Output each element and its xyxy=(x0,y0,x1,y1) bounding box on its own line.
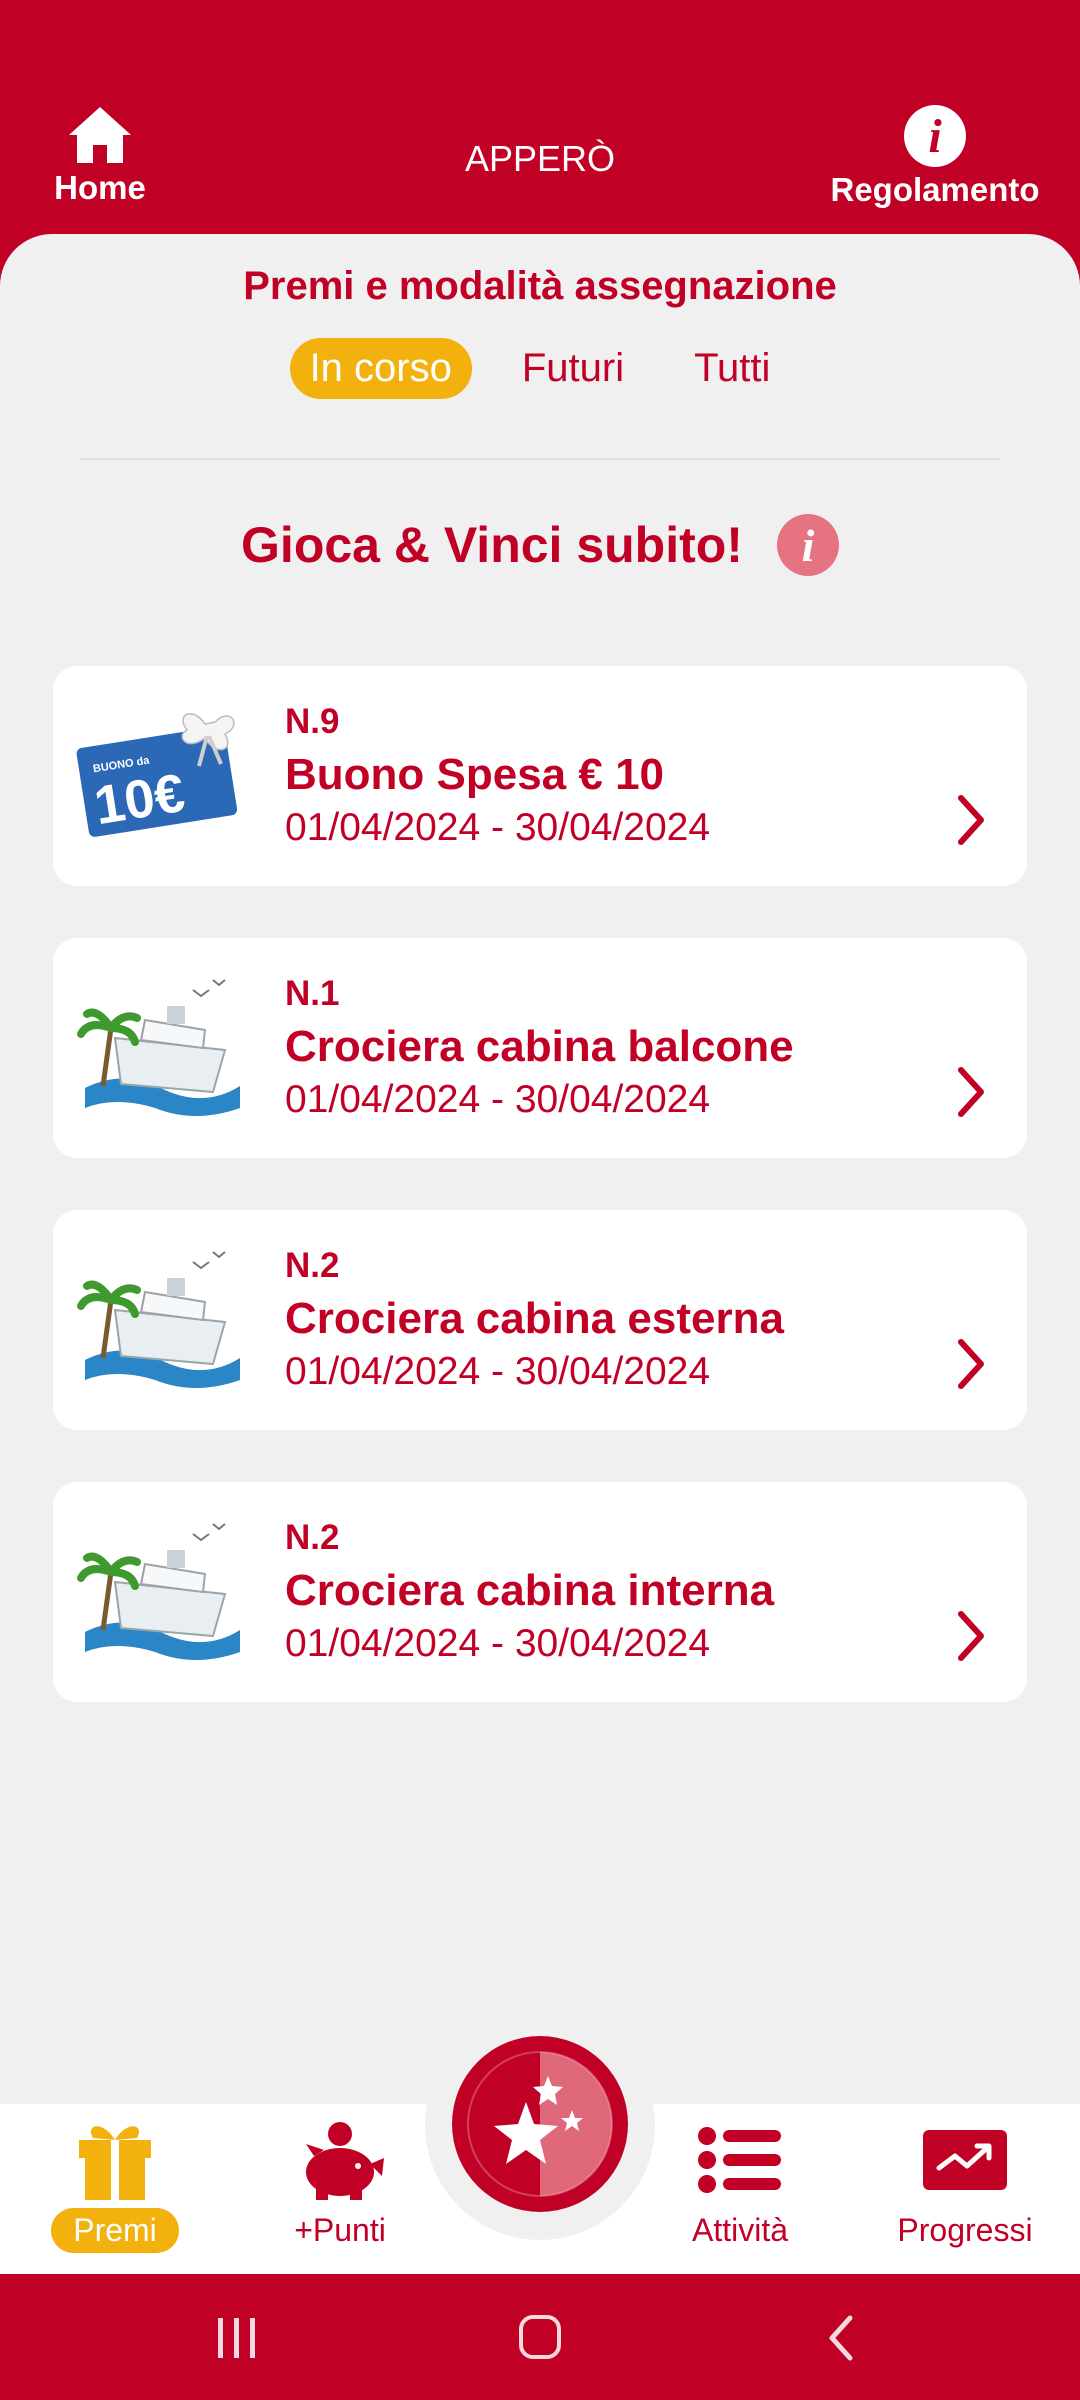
tab-tutti[interactable]: Tutti xyxy=(674,338,790,399)
stars-icon xyxy=(467,2051,613,2197)
prize-name: Crociera cabina esterna xyxy=(285,1294,784,1343)
rules-label: Regolamento xyxy=(830,171,1040,208)
prize-card[interactable]: N.1 Crociera cabina balcone 01/04/2024 -… xyxy=(53,938,1027,1158)
screen: Home APPERÒ i Regolamento Premi e modali… xyxy=(0,0,1080,2400)
piggy-bank-icon xyxy=(306,2122,384,2200)
cruise-ship-thumbnail xyxy=(77,1251,240,1388)
chevron-right-icon xyxy=(958,1339,984,1389)
nav-item-premi[interactable]: Premi xyxy=(40,2118,190,2253)
trend-chart-icon xyxy=(923,2130,1007,2190)
list-icon xyxy=(698,2127,781,2193)
recent-apps-icon[interactable] xyxy=(214,2316,260,2360)
cruise-ship-thumbnail xyxy=(77,979,240,1116)
section-header: Gioca & Vinci subito! i xyxy=(0,514,1080,576)
prize-quantity: N.2 xyxy=(285,1518,340,1557)
voucher-value: 10€ xyxy=(90,763,188,836)
sheet-title: Premi e modalità assegnazione xyxy=(243,264,837,308)
prize-dates: 01/04/2024 - 30/04/2024 xyxy=(285,1350,711,1393)
prize-card[interactable]: N.2 Crociera cabina interna 01/04/2024 -… xyxy=(53,1482,1027,1702)
cruise-ship-thumbnail xyxy=(77,1523,240,1660)
back-icon[interactable] xyxy=(824,2314,858,2362)
chevron-right-icon xyxy=(958,1067,984,1117)
prize-name: Crociera cabina balcone xyxy=(285,1022,794,1071)
chevron-right-icon xyxy=(958,1611,984,1661)
info-icon: i xyxy=(904,105,966,167)
prizes-sheet: Premi e modalità assegnazione In corso F… xyxy=(0,234,1080,2104)
prize-quantity: N.9 xyxy=(285,702,340,741)
prize-card[interactable]: N.2 Crociera cabina esterna 01/04/2024 -… xyxy=(53,1210,1027,1430)
prize-card[interactable]: BUONO da 10€ N.9 Buono Spesa € 10 01/04/… xyxy=(53,666,1027,886)
voucher-thumbnail: BUONO da 10€ xyxy=(76,713,238,837)
nav-item-punti[interactable]: +Punti xyxy=(265,2118,415,2253)
home-system-icon[interactable] xyxy=(518,2314,562,2360)
prize-name: Crociera cabina interna xyxy=(285,1566,775,1615)
gift-icon xyxy=(79,2126,151,2200)
rules-button[interactable]: i Regolamento xyxy=(820,105,1050,209)
tab-futuri[interactable]: Futuri xyxy=(502,338,644,399)
nav-label: +Punti xyxy=(294,2212,386,2248)
nav-item-progressi[interactable]: Progressi xyxy=(880,2118,1050,2253)
prize-quantity: N.1 xyxy=(285,974,340,1013)
nav-item-attivita[interactable]: Attività xyxy=(665,2118,815,2253)
prize-dates: 01/04/2024 - 30/04/2024 xyxy=(285,1078,711,1121)
section-title: Gioca & Vinci subito! xyxy=(241,517,743,573)
nav-label: Attività xyxy=(691,2212,789,2248)
divider xyxy=(80,458,1000,460)
nav-label: Premi xyxy=(51,2208,179,2253)
play-button[interactable] xyxy=(452,2036,628,2212)
prize-dates: 01/04/2024 - 30/04/2024 xyxy=(285,806,711,849)
prize-dates: 01/04/2024 - 30/04/2024 xyxy=(285,1622,711,1665)
tab-in-corso[interactable]: In corso xyxy=(289,338,472,399)
app-header: Home APPERÒ i Regolamento xyxy=(0,0,1080,240)
prize-quantity: N.2 xyxy=(285,1246,340,1285)
system-navigation-bar xyxy=(0,2274,1080,2400)
chevron-right-icon xyxy=(958,795,984,845)
prize-name: Buono Spesa € 10 xyxy=(285,750,665,799)
info-icon[interactable]: i xyxy=(776,514,839,576)
filter-tabs: In corso Futuri Tutti xyxy=(0,338,1080,399)
nav-label: Progressi xyxy=(897,2212,1033,2248)
